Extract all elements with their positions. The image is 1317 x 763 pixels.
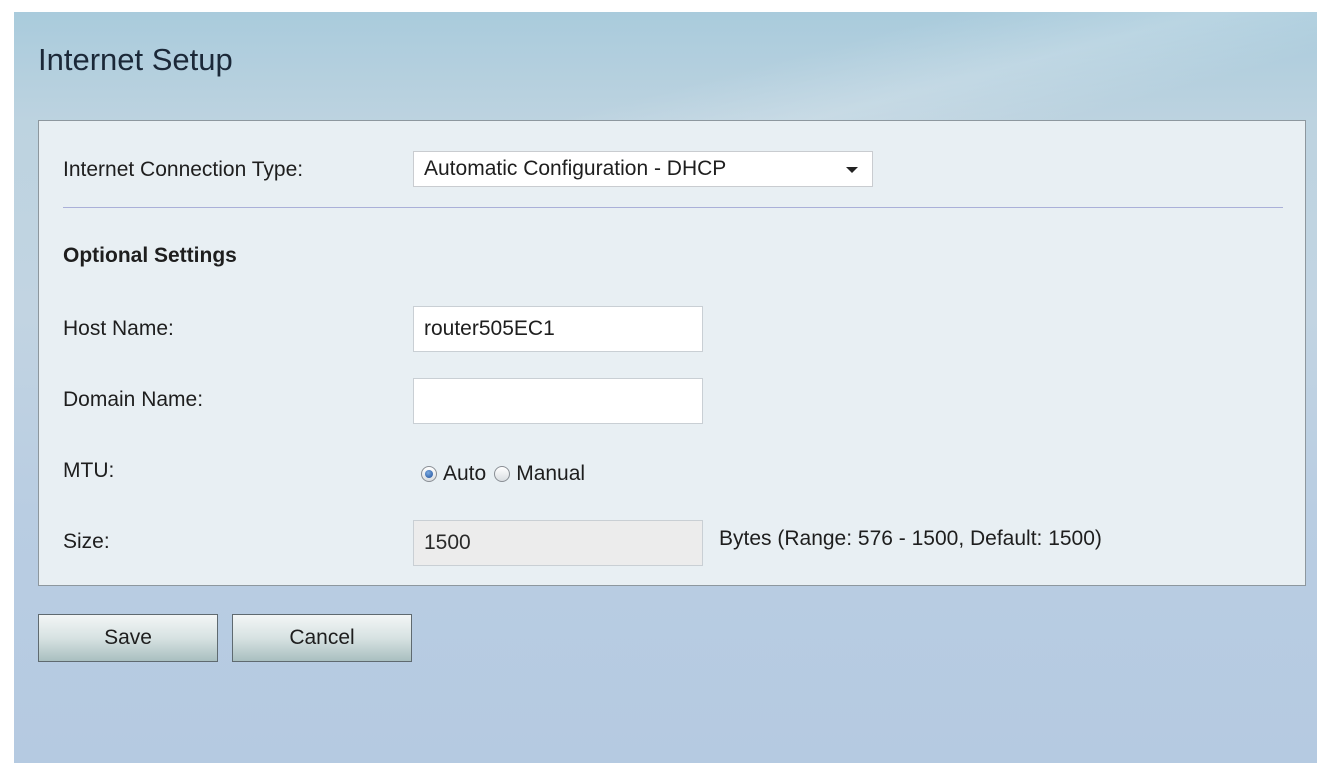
- mtu-label: MTU:: [63, 459, 115, 482]
- connection-type-value: Automatic Configuration - DHCP: [424, 157, 727, 180]
- page: Internet Setup Internet Connection Type:…: [14, 12, 1317, 763]
- domain-name-input[interactable]: [413, 378, 703, 424]
- mtu-manual-label[interactable]: Manual: [516, 462, 585, 486]
- domain-name-label: Domain Name:: [63, 388, 204, 411]
- dropdown-arrow-icon: [846, 167, 858, 173]
- page-title: Internet Setup: [38, 42, 233, 77]
- mtu-auto-radio[interactable]: [421, 466, 437, 482]
- divider: [63, 207, 1283, 208]
- size-range-hint: Bytes (Range: 576 - 1500, Default: 1500): [719, 527, 1102, 550]
- save-button[interactable]: Save: [38, 614, 218, 662]
- size-label: Size:: [63, 530, 110, 553]
- mtu-manual-radio[interactable]: [494, 466, 511, 482]
- connection-type-select[interactable]: Automatic Configuration - DHCP: [413, 151, 873, 187]
- optional-settings-title: Optional Settings: [63, 244, 237, 267]
- connection-type-label: Internet Connection Type:: [63, 158, 304, 181]
- host-name-input[interactable]: [413, 306, 703, 352]
- mtu-auto-label[interactable]: Auto: [443, 462, 486, 486]
- settings-panel: Internet Connection Type: Automatic Conf…: [38, 120, 1306, 586]
- mtu-radio-group: Auto Manual: [421, 462, 593, 486]
- cancel-button[interactable]: Cancel: [232, 614, 412, 662]
- size-input[interactable]: [413, 520, 703, 566]
- host-name-label: Host Name:: [63, 317, 174, 340]
